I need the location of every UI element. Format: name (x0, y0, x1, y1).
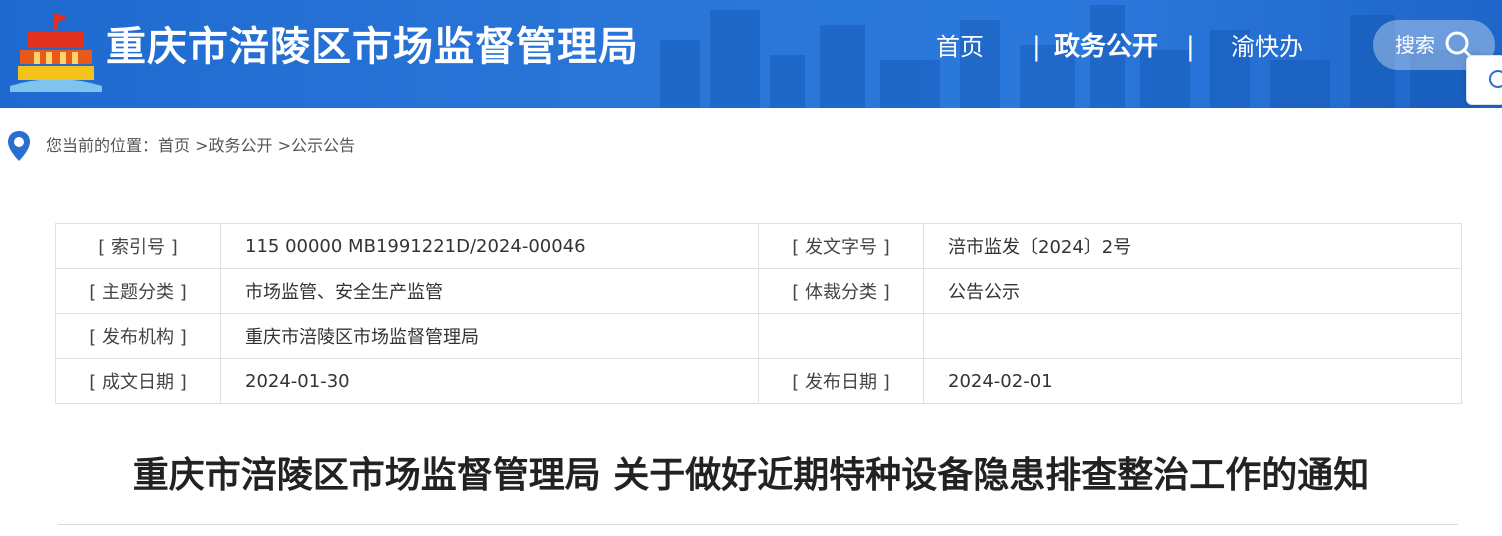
nav-separator: | (1032, 32, 1041, 62)
index-number-value: 115 00000 MB1991221D/2024-00046 (220, 223, 759, 269)
topic-category-value: 市场监管、安全生产监管 (220, 268, 759, 314)
float-tool-icon (1489, 70, 1502, 88)
publish-date-value: 2024-02-01 (923, 358, 1462, 404)
empty-label-cell (758, 313, 924, 359)
genre-category-label: [ 体裁分类 ] (758, 268, 924, 314)
location-pin-icon (8, 131, 30, 161)
building-emblem-logo[interactable] (6, 12, 106, 92)
issuing-agency-label: [ 发布机构 ] (55, 313, 221, 359)
title-divider (58, 524, 1458, 525)
nav-yukuaiban[interactable]: 渝快办 (1231, 30, 1303, 64)
breadcrumb-level2[interactable]: 公示公告 (291, 136, 355, 155)
document-number-value: 涪市监发〔2024〕2号 (923, 223, 1462, 269)
nav-government-affairs[interactable]: 政务公开 (1054, 30, 1158, 64)
genre-category-value: 公告公示 (923, 268, 1462, 314)
breadcrumb-arrow: > (272, 136, 292, 155)
table-row: [ 索引号 ] 115 00000 MB1991221D/2024-00046 … (55, 223, 1462, 269)
breadcrumb-prefix: 您当前的位置： (46, 136, 159, 155)
nav-separator: | (1186, 32, 1195, 62)
nav-home[interactable]: 首页 (936, 30, 984, 64)
site-header: 重庆市涪陵区市场监督管理局 首页 | 政务公开 | 渝快办 搜索 (0, 0, 1502, 108)
site-title[interactable]: 重庆市涪陵区市场监督管理局 (106, 22, 639, 72)
breadcrumb-home[interactable]: 首页 (158, 136, 190, 155)
float-tool-button[interactable] (1466, 55, 1502, 105)
table-row: [ 主题分类 ] 市场监管、安全生产监管 [ 体裁分类 ] 公告公示 (55, 268, 1462, 314)
article-title: 重庆市涪陵区市场监督管理局 关于做好近期特种设备隐患排查整治工作的通知 (132, 455, 1370, 496)
table-row: [ 成文日期 ] 2024-01-30 [ 发布日期 ] 2024-02-01 (55, 358, 1462, 404)
breadcrumb-level1[interactable]: 政务公开 (209, 136, 273, 155)
table-row: [ 发布机构 ] 重庆市涪陵区市场监督管理局 (55, 313, 1462, 359)
publish-date-label: [ 发布日期 ] (758, 358, 924, 404)
index-number-label: [ 索引号 ] (55, 223, 221, 269)
topic-category-label: [ 主题分类 ] (55, 268, 221, 314)
written-date-value: 2024-01-30 (220, 358, 759, 404)
search-label: 搜索 (1395, 33, 1435, 57)
issuing-agency-value: 重庆市涪陵区市场监督管理局 (220, 313, 759, 359)
written-date-label: [ 成文日期 ] (55, 358, 221, 404)
document-meta-table: [ 索引号 ] 115 00000 MB1991221D/2024-00046 … (55, 223, 1462, 404)
breadcrumb-arrow: > (190, 136, 209, 155)
empty-value-cell (923, 313, 1462, 359)
breadcrumb: 您当前的位置：首页 >政务公开 >公示公告 (46, 134, 355, 158)
document-number-label: [ 发文字号 ] (758, 223, 924, 269)
